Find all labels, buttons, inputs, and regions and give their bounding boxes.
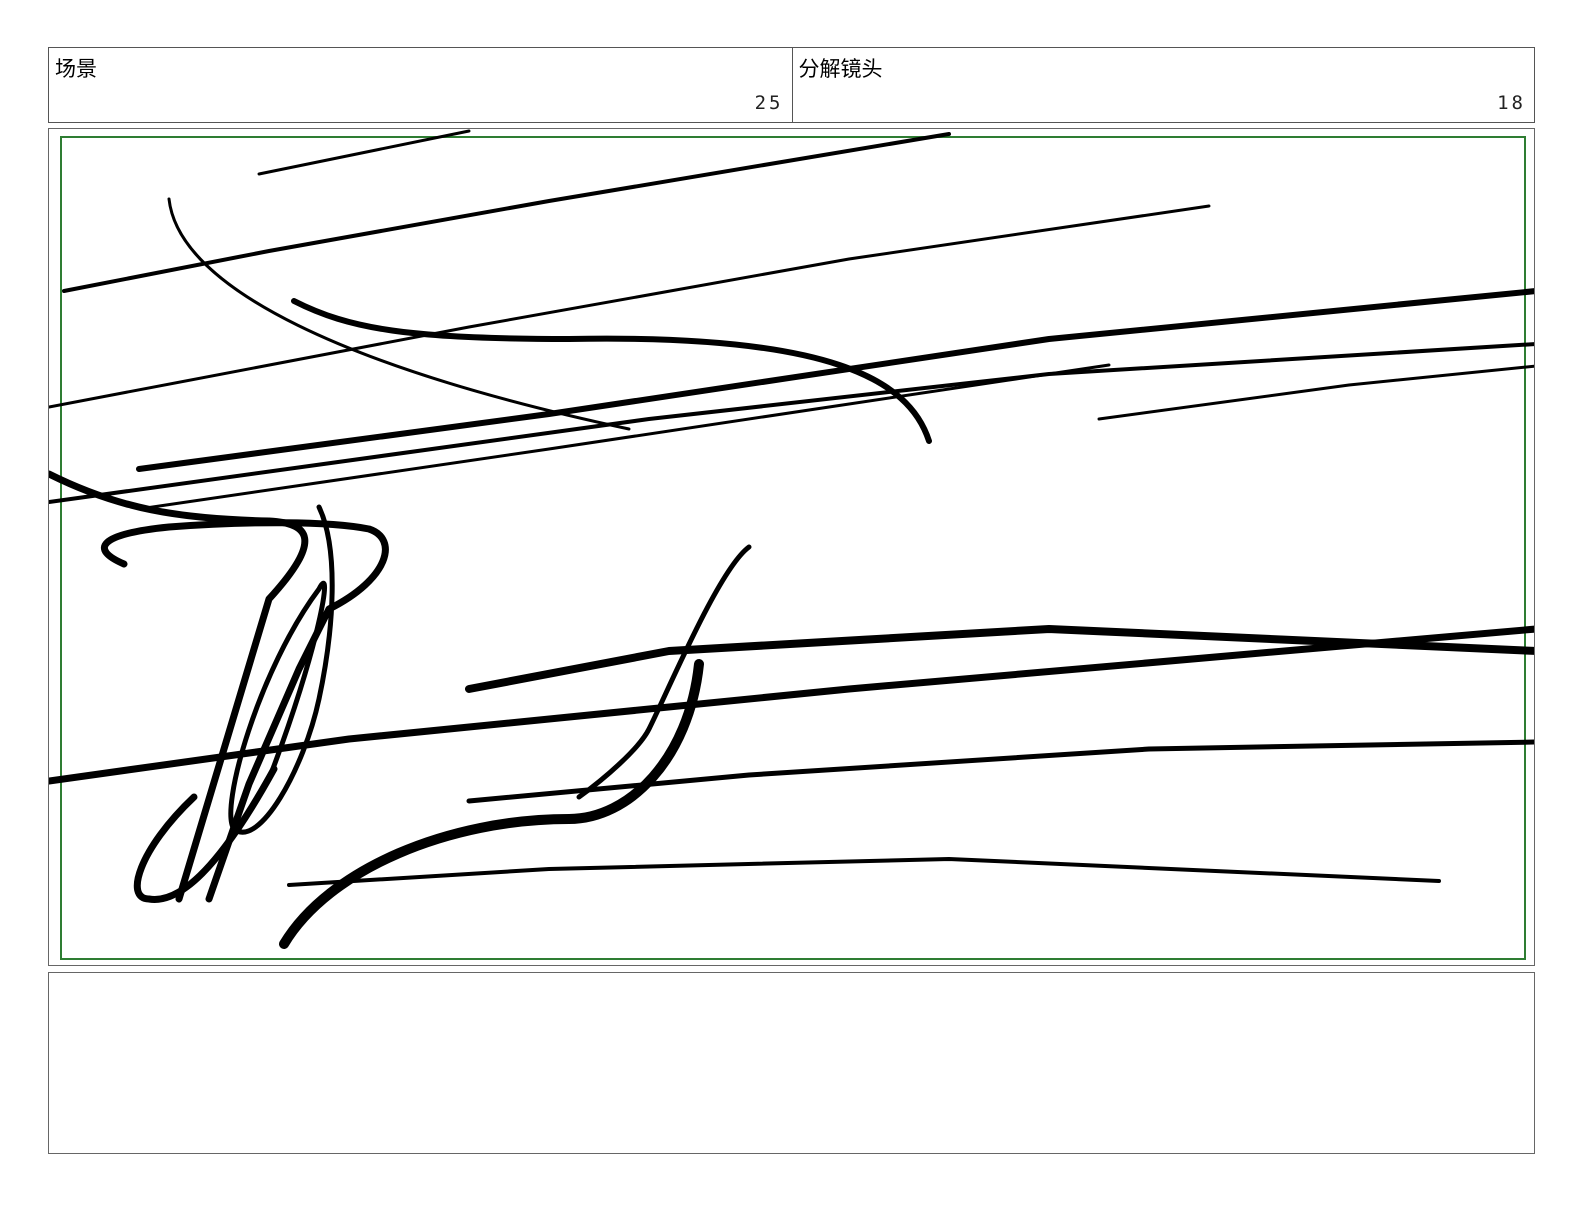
sketch-stroke [49,342,1534,504]
sketch-stroke [133,765,278,903]
sketch-stroke [137,363,1111,511]
sketch-stroke [101,519,389,903]
sketch-stroke [466,739,1534,804]
sketch-strokes [49,129,1534,949]
sketch-stroke [167,197,631,431]
sketch-stroke [62,132,951,293]
storyboard-header: 场景 25 分解镜头 18 [48,47,1535,123]
sketch-canvas [49,129,1534,960]
storyboard-notes-box [48,972,1535,1154]
scene-cell: 场景 25 [49,48,792,122]
shot-cell: 分解镜头 18 [791,48,1535,122]
scene-label: 场景 [55,57,97,81]
sketch-stroke [279,659,704,949]
sketch-stroke [1097,364,1534,421]
sketch-stroke [49,625,1534,785]
sketch-stroke [465,625,1534,693]
scene-number: 25 [754,92,784,114]
shot-label: 分解镜头 [798,57,883,81]
sketch-stroke [287,857,1441,887]
safe-frame [60,136,1526,960]
sketch-stroke [136,288,1534,472]
shot-number: 18 [1497,92,1526,114]
storyboard-panel [48,128,1535,966]
